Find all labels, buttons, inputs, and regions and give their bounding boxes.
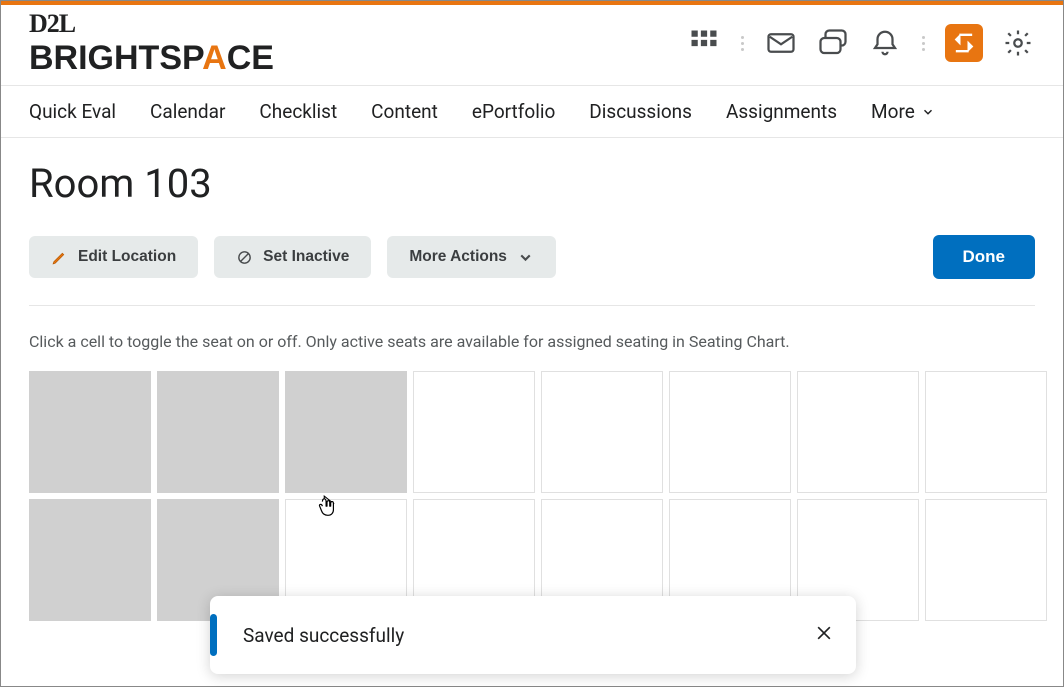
- pencil-icon: [51, 249, 68, 266]
- toast-message: Saved successfully: [243, 624, 814, 647]
- seat-cell[interactable]: [925, 371, 1047, 493]
- chevron-down-icon: [921, 105, 935, 119]
- nav-more[interactable]: More: [871, 100, 935, 123]
- seat-cell[interactable]: [541, 371, 663, 493]
- close-icon[interactable]: [814, 623, 834, 647]
- toast-notification: Saved successfully: [210, 596, 856, 674]
- seat-grid: [29, 371, 1035, 621]
- seat-cell[interactable]: [157, 371, 279, 493]
- page-title: Room 103: [29, 160, 1035, 207]
- seat-cell[interactable]: [925, 499, 1047, 621]
- seat-cell[interactable]: [669, 371, 791, 493]
- seat-cell[interactable]: [797, 371, 919, 493]
- set-inactive-button[interactable]: Set Inactive: [214, 236, 371, 278]
- brand-top-text: D2L: [29, 11, 274, 37]
- seat-cell[interactable]: [413, 371, 535, 493]
- chat-icon[interactable]: [816, 26, 850, 60]
- action-toolbar: Edit Location Set Inactive More Actions …: [29, 235, 1035, 279]
- seat-cell[interactable]: [29, 371, 151, 493]
- gear-icon[interactable]: [1001, 26, 1035, 60]
- done-button[interactable]: Done: [933, 235, 1036, 279]
- apps-icon[interactable]: [687, 26, 721, 60]
- toast-accent-bar: [210, 614, 217, 656]
- nav-calendar[interactable]: Calendar: [150, 100, 225, 123]
- divider-dots: [739, 36, 746, 51]
- seat-cell[interactable]: [29, 499, 151, 621]
- mail-icon[interactable]: [764, 26, 798, 60]
- nav-discussions[interactable]: Discussions: [589, 100, 692, 123]
- more-actions-button[interactable]: More Actions: [387, 236, 556, 278]
- divider: [29, 305, 1035, 306]
- brand-logo[interactable]: D2L BRIGHTSPACE: [29, 11, 274, 75]
- chevron-down-icon: [517, 249, 534, 266]
- seat-cell[interactable]: [285, 371, 407, 493]
- nav-bar: Quick Eval Calendar Checklist Content eP…: [1, 86, 1063, 138]
- nav-quick-eval[interactable]: Quick Eval: [29, 100, 116, 123]
- nav-content[interactable]: Content: [371, 100, 438, 123]
- top-header: D2L BRIGHTSPACE: [1, 5, 1063, 86]
- divider-dots: [920, 36, 927, 51]
- instruction-text: Click a cell to toggle the seat on or of…: [29, 332, 1035, 351]
- prohibit-icon: [236, 249, 253, 266]
- nav-assignments[interactable]: Assignments: [726, 100, 837, 123]
- nav-checklist[interactable]: Checklist: [259, 100, 337, 123]
- course-switcher-icon[interactable]: [945, 24, 983, 62]
- nav-eportfolio[interactable]: ePortfolio: [472, 100, 555, 123]
- main-content: Room 103 Edit Location Set Inactive More…: [1, 138, 1063, 621]
- brand-bottom-text: BRIGHTSPACE: [29, 41, 274, 75]
- bell-icon[interactable]: [868, 26, 902, 60]
- edit-location-button[interactable]: Edit Location: [29, 236, 198, 278]
- header-icon-group: [687, 24, 1035, 62]
